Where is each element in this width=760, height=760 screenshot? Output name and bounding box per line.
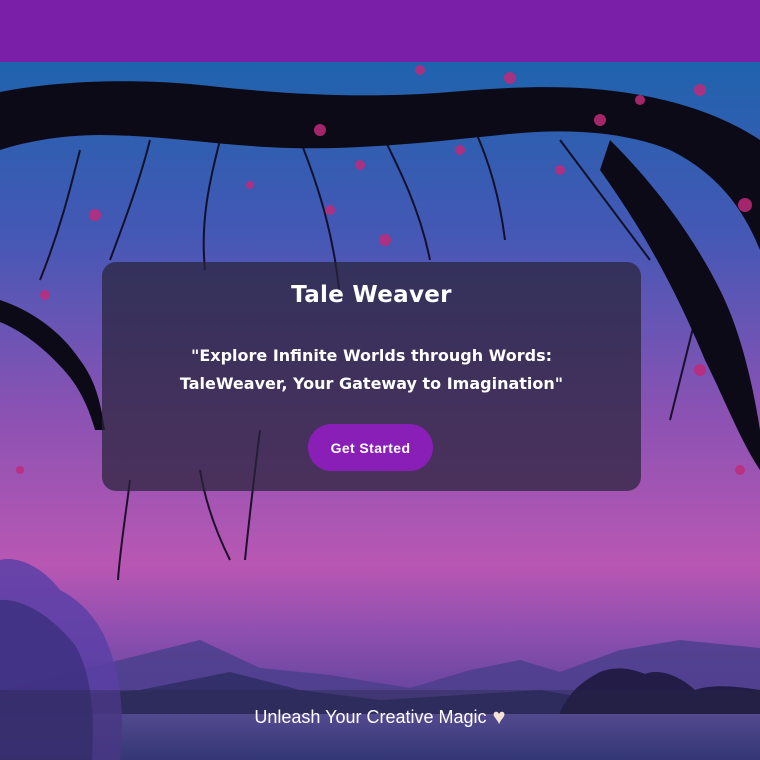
footer-text: Unleash Your Creative Magic bbox=[254, 707, 487, 727]
page: Tale Weaver "Explore Infinite Worlds thr… bbox=[0, 0, 760, 760]
hero-tagline-line-2: TaleWeaver, Your Gateway to Imagination" bbox=[179, 374, 564, 393]
hero-card: Tale Weaver "Explore Infinite Worlds thr… bbox=[102, 262, 641, 491]
footer: Unleash Your Creative Magic ♥ bbox=[0, 690, 760, 760]
footer-tagline: Unleash Your Creative Magic ♥ bbox=[0, 704, 760, 730]
hero-title: Tale Weaver bbox=[291, 282, 452, 308]
top-navbar bbox=[0, 0, 760, 62]
hero-tagline-line-1: "Explore Infinite Worlds through Words: bbox=[190, 346, 553, 365]
heart-icon: ♥ bbox=[492, 704, 506, 729]
hero-tagline: "Explore Infinite Worlds through Words: … bbox=[142, 342, 601, 398]
get-started-button[interactable]: Get Started bbox=[308, 424, 433, 471]
